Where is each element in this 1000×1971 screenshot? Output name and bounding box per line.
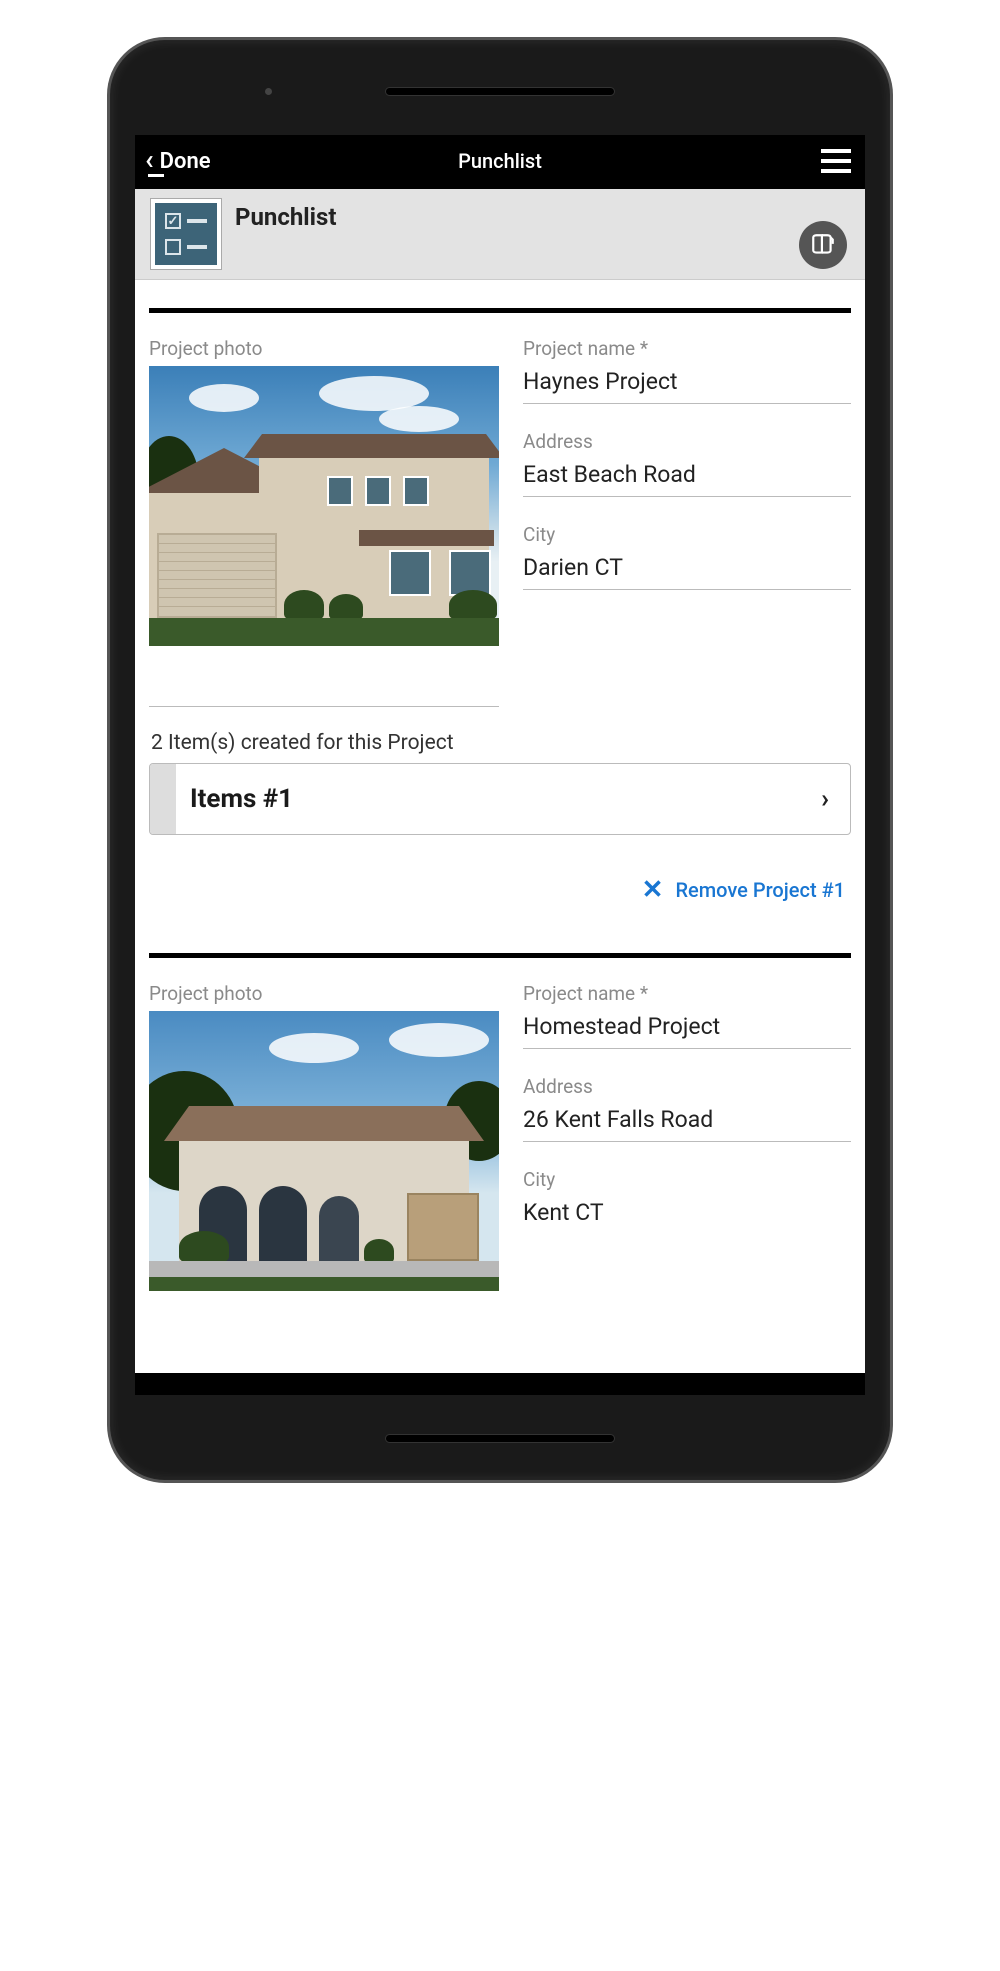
chevron-right-icon: ›: [800, 764, 850, 834]
content-scroll[interactable]: Project photo: [135, 280, 865, 1373]
city-input[interactable]: Kent CT: [523, 1195, 851, 1228]
phone-frame: ‹ Done Punchlist Punchlist: [110, 40, 890, 1480]
items-label: Items #1: [176, 764, 800, 834]
subheader: Punchlist: [135, 189, 865, 280]
book-button[interactable]: [799, 221, 847, 269]
done-label: Done: [160, 149, 211, 174]
close-icon: ✕: [642, 875, 664, 905]
app-header: ‹ Done Punchlist: [135, 135, 865, 189]
phone-speaker: [385, 87, 615, 96]
address-input[interactable]: East Beach Road: [523, 457, 851, 497]
project-photo[interactable]: [149, 1011, 499, 1291]
remove-project-button[interactable]: ✕ Remove Project #1: [149, 875, 845, 905]
photo-underline: [149, 706, 499, 707]
city-label: City: [523, 1168, 851, 1191]
drag-handle[interactable]: [150, 764, 176, 834]
subheader-title: Punchlist: [235, 203, 336, 231]
address-label: Address: [523, 430, 851, 453]
book-icon: [810, 232, 836, 258]
project-photo-label: Project photo: [149, 337, 499, 360]
project-photo-label: Project photo: [149, 982, 499, 1005]
punchlist-icon: [151, 199, 221, 269]
address-input[interactable]: 26 Kent Falls Road: [523, 1102, 851, 1142]
remove-project-label: Remove Project #1: [675, 878, 845, 902]
back-chevron-icon: ‹: [145, 146, 154, 174]
address-label: Address: [523, 1075, 851, 1098]
phone-bottom-speaker: [385, 1434, 615, 1443]
project-name-input[interactable]: Homestead Project: [523, 1009, 851, 1049]
city-label: City: [523, 523, 851, 546]
items-row[interactable]: Items #1 ›: [149, 763, 851, 835]
items-summary: 2 Item(s) created for this Project: [151, 731, 851, 755]
project-block: Project photo: [135, 313, 865, 905]
done-button[interactable]: ‹ Done: [145, 147, 211, 175]
menu-button[interactable]: [821, 149, 851, 173]
project-name-label: Project name *: [523, 982, 851, 1005]
project-name-input[interactable]: Haynes Project: [523, 364, 851, 404]
screen-bottom-bar: [135, 1373, 865, 1395]
city-input[interactable]: Darien CT: [523, 550, 851, 590]
phone-camera-dot: [265, 88, 272, 95]
app-screen: ‹ Done Punchlist Punchlist: [135, 135, 865, 1395]
project-block: Project photo: [135, 958, 865, 1291]
project-photo[interactable]: [149, 366, 499, 646]
project-name-label: Project name *: [523, 337, 851, 360]
header-title: Punchlist: [458, 149, 542, 173]
